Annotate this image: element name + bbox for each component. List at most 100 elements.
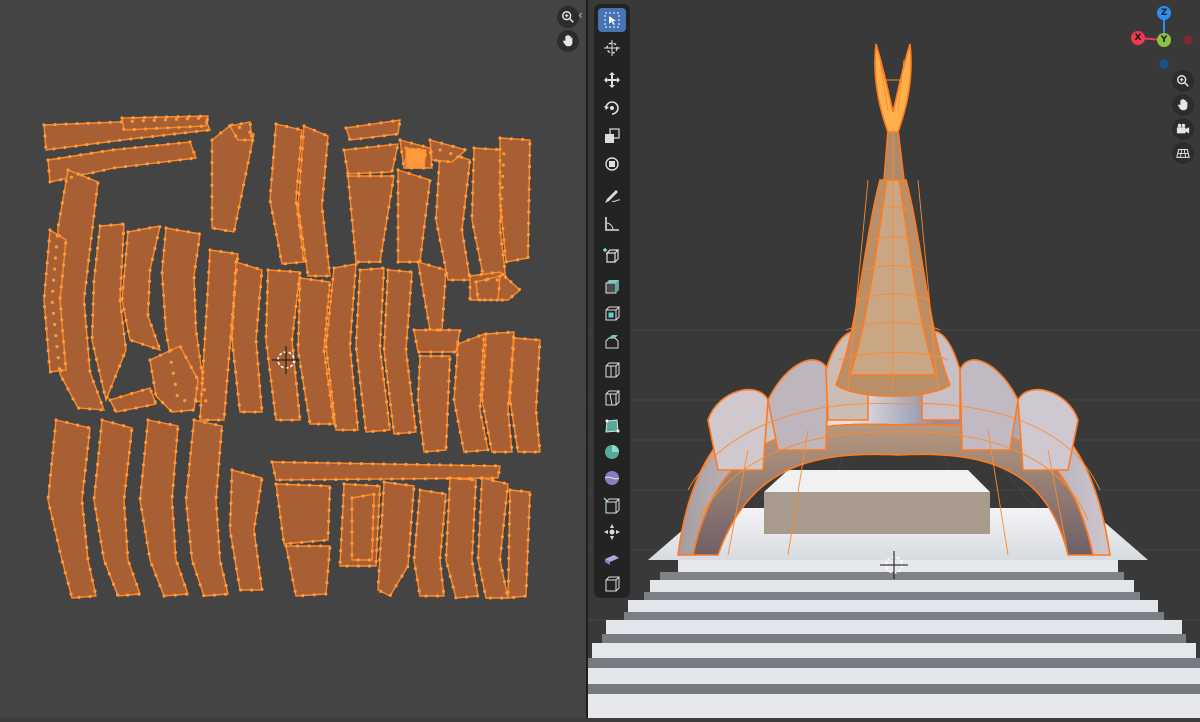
uv-vertex[interactable] — [146, 302, 151, 306]
uv-vertex[interactable] — [86, 556, 90, 561]
uv-vertex[interactable] — [193, 298, 197, 302]
uv-vertex[interactable] — [278, 478, 282, 482]
uv-vertex[interactable] — [454, 375, 458, 379]
uv-vertex[interactable] — [100, 418, 104, 422]
uv-vertex[interactable] — [124, 252, 128, 256]
uv-vertex[interactable] — [84, 325, 88, 329]
uv-vertex[interactable] — [192, 276, 196, 280]
uv-vertex[interactable] — [365, 145, 369, 149]
uv-vertex[interactable] — [424, 594, 428, 598]
uv-vertex[interactable] — [199, 365, 203, 370]
uv-vertex[interactable] — [57, 156, 61, 160]
uv-vertex[interactable] — [300, 478, 304, 482]
uv-vertex[interactable] — [179, 572, 183, 576]
uv-vertex[interactable] — [295, 544, 300, 548]
cursor-icon[interactable] — [598, 36, 626, 60]
uv-vertex[interactable] — [125, 551, 130, 555]
uv-vertex[interactable] — [230, 468, 234, 472]
uv-vertex[interactable] — [233, 227, 237, 231]
uv-vertex[interactable] — [288, 567, 293, 571]
uv-vertex[interactable] — [265, 301, 269, 305]
uv-vertex[interactable] — [474, 583, 478, 588]
uv-vertex[interactable] — [46, 495, 50, 499]
uv-vertex[interactable] — [371, 538, 375, 542]
uv-vertex[interactable] — [526, 549, 530, 554]
uv-vertex[interactable] — [378, 344, 382, 348]
uv-vertex[interactable] — [349, 330, 353, 334]
uv-vertex[interactable] — [382, 238, 386, 242]
uv-vertex[interactable] — [54, 418, 58, 422]
uv-vertex[interactable] — [77, 595, 81, 600]
uv-vertex[interactable] — [147, 279, 152, 283]
uv-vertex[interactable] — [145, 404, 149, 408]
uv-vertex[interactable] — [482, 337, 486, 342]
scale-icon[interactable] — [598, 124, 626, 148]
uv-vertex[interactable] — [325, 371, 329, 375]
uv-vertex[interactable] — [447, 487, 452, 491]
uv-vertex[interactable] — [193, 310, 197, 314]
uv-vertex[interactable] — [417, 499, 421, 503]
uv-vertex[interactable] — [509, 280, 513, 284]
uv-vertex[interactable] — [122, 307, 126, 311]
uv-vertex[interactable] — [94, 473, 98, 478]
uv-vertex[interactable] — [521, 137, 525, 142]
uv-vertex[interactable] — [463, 148, 467, 152]
uv-vertex[interactable] — [387, 205, 391, 209]
uv-vertex[interactable] — [48, 506, 52, 510]
uv-vertex[interactable] — [460, 228, 464, 232]
uv-vertex[interactable] — [148, 226, 152, 230]
uv-vertex[interactable] — [535, 422, 539, 426]
uv-vertex[interactable] — [217, 462, 221, 466]
uv-vertex[interactable] — [145, 162, 149, 166]
uv-vertex[interactable] — [416, 398, 420, 402]
uv-vertex[interactable] — [230, 337, 234, 341]
uv-vertex[interactable] — [378, 547, 382, 551]
uv-vertex[interactable] — [232, 293, 236, 297]
uv-vertex[interactable] — [478, 521, 482, 526]
uv-vertex[interactable] — [480, 476, 484, 480]
uv-vertex[interactable] — [228, 512, 233, 516]
uv-vertex[interactable] — [254, 340, 258, 344]
uv-vertex[interactable] — [340, 527, 344, 531]
uv-vertex[interactable] — [499, 208, 503, 212]
scene[interactable] — [588, 0, 1200, 718]
uv-vertex[interactable] — [463, 205, 467, 209]
uv-vertex[interactable] — [348, 341, 352, 345]
uv-vertex[interactable] — [312, 593, 316, 597]
uv-vertex[interactable] — [506, 590, 510, 595]
uv-vertex[interactable] — [216, 473, 220, 477]
uv-vertex[interactable] — [411, 498, 415, 502]
rotate-icon[interactable] — [598, 96, 626, 120]
uv-vertex[interactable] — [46, 250, 50, 254]
uv-vertex[interactable] — [456, 342, 460, 346]
move-icon[interactable] — [598, 68, 626, 92]
uv-vertex[interactable] — [382, 480, 386, 484]
uv-vertex[interactable] — [173, 539, 177, 543]
uv-vertex[interactable] — [390, 169, 394, 173]
uv-vertex[interactable] — [397, 122, 401, 126]
uv-vertex[interactable] — [468, 296, 472, 301]
uv-vertex[interactable] — [331, 401, 335, 405]
uv-vertex[interactable] — [398, 138, 402, 142]
uv-vertex[interactable] — [315, 461, 319, 465]
uv-vertex[interactable] — [63, 571, 67, 575]
uv-vertex[interactable] — [471, 463, 475, 468]
uv-vertex[interactable] — [62, 340, 66, 344]
uv-vertex[interactable] — [443, 499, 447, 504]
uv-vertex[interactable] — [265, 346, 269, 350]
uv-vertex[interactable] — [447, 328, 451, 332]
uv-vertex[interactable] — [294, 382, 298, 386]
uv-vertex[interactable] — [510, 369, 514, 373]
uv-vertex[interactable] — [527, 527, 531, 531]
uv-vertex[interactable] — [328, 300, 333, 304]
uv-vertex[interactable] — [418, 420, 423, 424]
uv-vertex[interactable] — [61, 329, 65, 333]
uv-vertex[interactable] — [360, 392, 364, 396]
uv-vertex[interactable] — [86, 446, 90, 450]
uv-vertex[interactable] — [301, 594, 305, 598]
uv-vertex[interactable] — [451, 585, 455, 589]
uv-vertex[interactable] — [415, 578, 419, 582]
uv-vertex[interactable] — [314, 274, 318, 278]
uv-vertex[interactable] — [122, 147, 126, 151]
uv-vertex[interactable] — [466, 172, 470, 176]
